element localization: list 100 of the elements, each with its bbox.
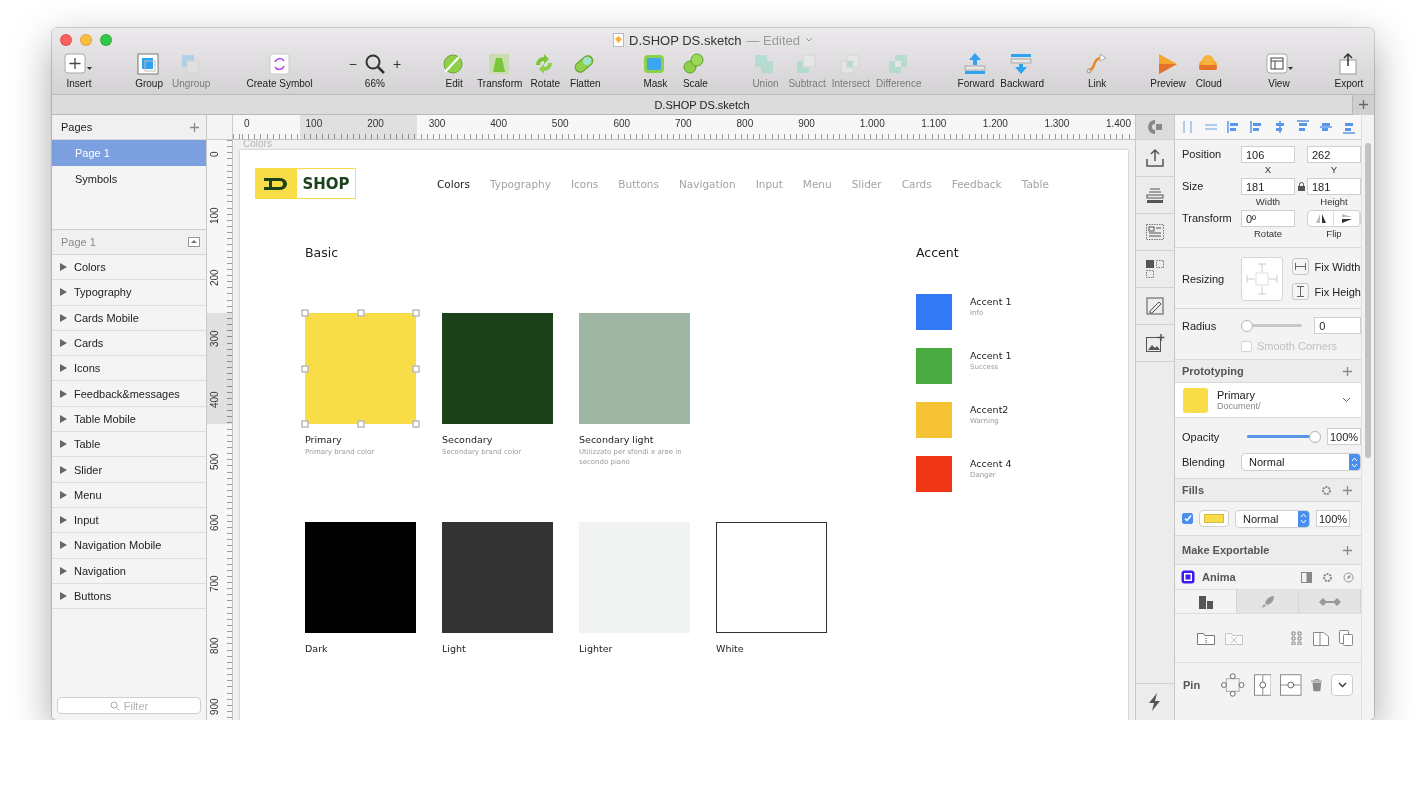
y-field[interactable]: 262 bbox=[1307, 146, 1361, 163]
selection-handle[interactable] bbox=[412, 365, 420, 372]
collapse-icon[interactable] bbox=[188, 237, 200, 247]
disclosure-icon[interactable] bbox=[60, 313, 67, 322]
fill-opacity-field[interactable]: 100% bbox=[1316, 510, 1350, 527]
selection-handle[interactable] bbox=[412, 309, 420, 317]
magnifier-icon[interactable] bbox=[363, 53, 386, 75]
layer-item[interactable]: Navigation bbox=[52, 558, 206, 584]
trash-icon[interactable] bbox=[1310, 678, 1323, 692]
devices-icon[interactable] bbox=[1339, 630, 1353, 646]
pin-all-icon[interactable] bbox=[1221, 673, 1245, 697]
grid-icon[interactable] bbox=[1145, 259, 1165, 279]
toolbar-button[interactable]: View bbox=[1261, 52, 1296, 89]
disclosure-icon[interactable] bbox=[60, 566, 67, 575]
toolbar-button[interactable]: Group bbox=[132, 52, 167, 89]
fill-color-well[interactable] bbox=[1199, 510, 1229, 527]
fix-height-button[interactable]: Fix Heigh bbox=[1291, 283, 1361, 300]
align-icon[interactable] bbox=[1296, 120, 1310, 134]
close-button[interactable] bbox=[60, 34, 72, 46]
layer-item[interactable]: Input bbox=[52, 507, 206, 534]
toolbar-button[interactable]: Flatten bbox=[568, 52, 603, 89]
toolbar-button[interactable]: Transform bbox=[477, 52, 523, 89]
selection-handle[interactable] bbox=[301, 420, 309, 428]
toolbar-button[interactable]: Forward bbox=[957, 52, 995, 89]
width-field[interactable]: 181 bbox=[1241, 178, 1295, 195]
toolbar-button[interactable]: Cloud bbox=[1191, 52, 1226, 89]
toolbar-button[interactable]: Mask bbox=[638, 52, 673, 89]
layer-item[interactable]: Colors bbox=[52, 255, 206, 281]
selection-handle[interactable] bbox=[301, 309, 309, 317]
gear-icon[interactable] bbox=[1321, 484, 1332, 496]
layer-item[interactable]: Slider bbox=[52, 457, 206, 483]
edit-icon[interactable] bbox=[1145, 296, 1165, 316]
selection-handle[interactable] bbox=[357, 420, 364, 428]
layer-item[interactable]: Buttons bbox=[52, 583, 206, 610]
form-icon[interactable] bbox=[1145, 222, 1165, 242]
disclosure-icon[interactable] bbox=[60, 465, 67, 474]
add-icon[interactable] bbox=[189, 121, 200, 133]
upload-icon[interactable] bbox=[1145, 148, 1165, 168]
pin-horizontal-icon[interactable] bbox=[1280, 674, 1302, 696]
toolbar-button[interactable]: Create Symbol bbox=[246, 52, 313, 89]
page-split-icon[interactable] bbox=[1313, 630, 1329, 646]
toolbar-button[interactable]: Link bbox=[1080, 52, 1115, 89]
new-tab-button[interactable] bbox=[1352, 94, 1374, 115]
layer-item[interactable]: Table Mobile bbox=[52, 406, 206, 433]
blend-select[interactable]: Normal bbox=[1235, 509, 1310, 528]
zoom-in-button[interactable]: + bbox=[392, 56, 402, 72]
folder-icon[interactable] bbox=[1197, 631, 1215, 645]
height-field[interactable]: 181 bbox=[1307, 178, 1361, 195]
selection-handle[interactable] bbox=[357, 309, 364, 317]
radius-field[interactable]: 0 bbox=[1314, 317, 1361, 334]
lock-icon[interactable] bbox=[1297, 182, 1305, 191]
disclosure-icon[interactable] bbox=[60, 288, 67, 297]
align-icon[interactable] bbox=[1319, 120, 1333, 134]
half-circle-icon[interactable] bbox=[1147, 119, 1163, 135]
slider-thumb[interactable] bbox=[1241, 319, 1253, 332]
delete-folder-icon[interactable] bbox=[1225, 631, 1243, 645]
selection-handle[interactable] bbox=[412, 420, 420, 428]
disclosure-icon[interactable] bbox=[60, 414, 67, 423]
selection-handle[interactable] bbox=[301, 365, 309, 372]
slider-thumb[interactable] bbox=[1309, 430, 1321, 443]
opacity-field[interactable]: 100% bbox=[1327, 428, 1361, 445]
toolbar-button[interactable]: Backward bbox=[1000, 52, 1045, 89]
nav-link[interactable]: Colors bbox=[437, 177, 470, 190]
lightning-icon[interactable] bbox=[1148, 693, 1162, 711]
disclosure-icon[interactable] bbox=[60, 541, 67, 550]
add-icon[interactable] bbox=[1342, 484, 1353, 496]
disclosure-icon[interactable] bbox=[60, 389, 67, 398]
blending-select[interactable]: Normal bbox=[1241, 453, 1361, 471]
panel-icon[interactable] bbox=[1301, 571, 1312, 583]
disclosure-icon[interactable] bbox=[60, 364, 67, 373]
page-item[interactable]: Symbols bbox=[52, 166, 206, 192]
layer-item[interactable]: Menu bbox=[52, 482, 206, 508]
add-icon[interactable] bbox=[1358, 99, 1369, 110]
fix-width-button[interactable]: Fix Width bbox=[1291, 258, 1361, 275]
toolbar-button[interactable]: Scale bbox=[678, 52, 713, 89]
toolbar-button[interactable]: Rotate bbox=[528, 52, 563, 89]
align-icon[interactable] bbox=[1227, 120, 1241, 134]
align-icon[interactable] bbox=[1273, 120, 1287, 134]
layer-item[interactable]: Table bbox=[52, 432, 206, 458]
disclosure-icon[interactable] bbox=[60, 516, 67, 525]
pin-vertical-icon[interactable] bbox=[1253, 674, 1272, 696]
image-add-icon[interactable] bbox=[1145, 333, 1165, 353]
shared-style-picker[interactable]: Primary Document/ bbox=[1175, 383, 1361, 418]
disclosure-icon[interactable] bbox=[60, 490, 67, 499]
stack-icon[interactable] bbox=[1145, 185, 1165, 205]
flip-control[interactable] bbox=[1307, 210, 1361, 227]
align-icon[interactable] bbox=[1342, 120, 1356, 134]
toolbar-button[interactable]: Export bbox=[1331, 52, 1366, 89]
minimize-button[interactable] bbox=[80, 34, 92, 46]
layer-item[interactable]: Navigation Mobile bbox=[52, 533, 206, 559]
layer-item[interactable]: Cards Mobile bbox=[52, 305, 206, 331]
layer-item[interactable]: Icons bbox=[52, 356, 206, 382]
toolbar-button[interactable]: Preview bbox=[1150, 52, 1186, 89]
layer-item[interactable]: Feedback&messages bbox=[52, 381, 206, 407]
rotate-field[interactable]: 0º bbox=[1241, 210, 1295, 227]
toolbar-button[interactable]: Insert bbox=[62, 52, 96, 89]
toolbar-button[interactable]: Edit bbox=[437, 52, 472, 89]
x-field[interactable]: 106 bbox=[1241, 146, 1295, 163]
layer-item[interactable]: Cards bbox=[52, 330, 206, 357]
disclosure-icon[interactable] bbox=[60, 592, 67, 600]
